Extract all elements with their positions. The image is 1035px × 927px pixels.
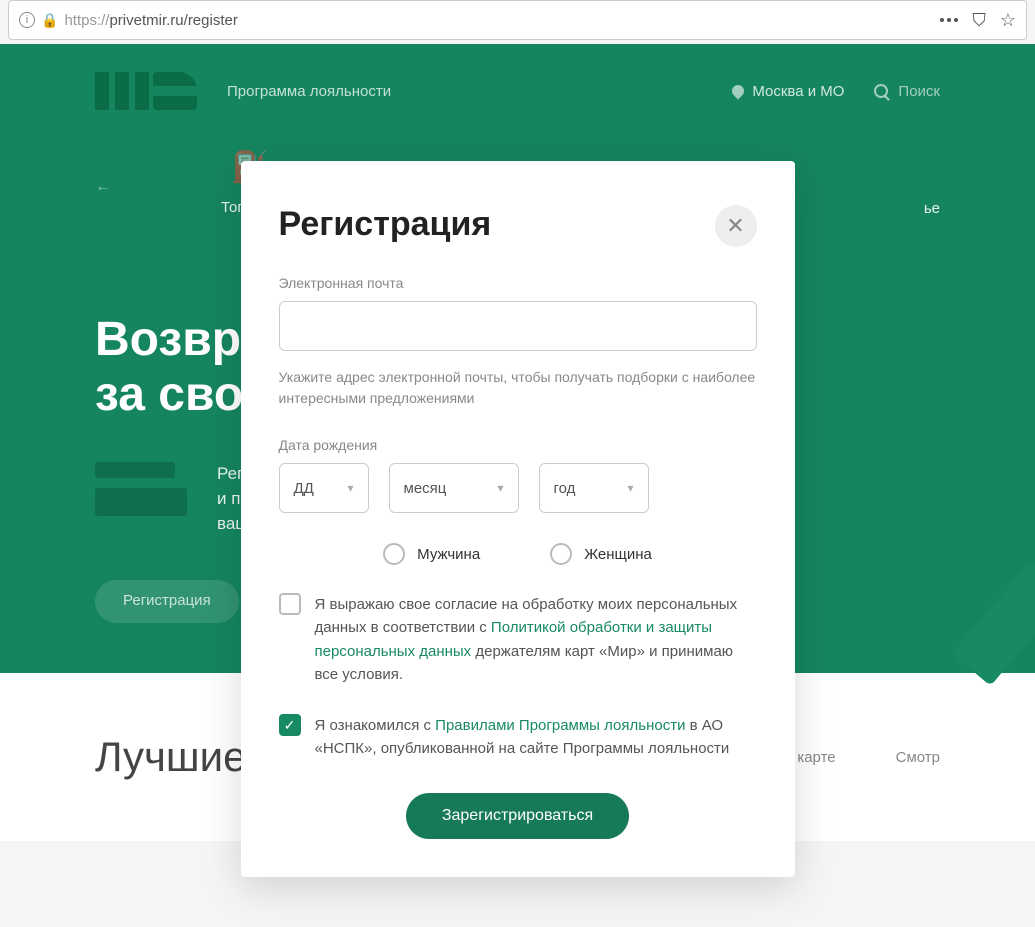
select-value: ДД: [294, 480, 314, 497]
month-select[interactable]: месяц ▾: [389, 463, 519, 513]
chevron-down-icon: ▾: [627, 481, 633, 495]
select-value: год: [554, 480, 576, 497]
link-view-all[interactable]: Смотр: [896, 749, 940, 766]
url-text: https://privetmir.ru/register: [64, 12, 237, 29]
mir-logo[interactable]: [95, 72, 197, 110]
info-icon[interactable]: i: [19, 12, 35, 28]
close-icon: ✕: [726, 213, 744, 239]
category-label: ье: [924, 200, 940, 217]
chevron-down-icon: ▾: [497, 481, 503, 495]
day-select[interactable]: ДД ▾: [279, 463, 369, 513]
chevron-left-icon[interactable]: ←: [95, 178, 111, 196]
card-illustration: [95, 462, 187, 516]
registration-modal: Регистрация ✕ Электронная почта Укажите …: [241, 161, 795, 877]
lock-icon: 🔒: [41, 12, 58, 29]
consent-personal-data-checkbox[interactable]: [279, 593, 301, 615]
close-button[interactable]: ✕: [715, 205, 757, 247]
email-label: Электронная почта: [279, 275, 757, 291]
pocket-icon[interactable]: ⛉: [972, 10, 986, 31]
pin-icon: [730, 83, 747, 100]
tagline: Программа лояльности: [227, 83, 391, 100]
register-button[interactable]: Регистрация: [95, 580, 239, 623]
radio-icon: [383, 543, 405, 565]
email-hint: Укажите адрес электронной почты, чтобы п…: [279, 367, 757, 409]
category-health[interactable]: ье: [924, 150, 940, 217]
location-text: Москва и МО: [752, 83, 844, 100]
radio-icon: [550, 543, 572, 565]
consent-rules-checkbox[interactable]: ✓: [279, 714, 301, 736]
radio-label: Женщина: [584, 546, 652, 563]
bookmark-star-icon[interactable]: ☆: [1000, 10, 1016, 31]
dob-label: Дата рождения: [279, 437, 757, 453]
more-icon[interactable]: [940, 18, 958, 22]
site-header: Программа лояльности Москва и МО Поиск: [0, 64, 1035, 130]
search-icon: [874, 84, 888, 98]
gender-male-radio[interactable]: Мужчина: [383, 543, 480, 565]
gender-female-radio[interactable]: Женщина: [550, 543, 652, 565]
email-input[interactable]: [279, 301, 757, 351]
radio-label: Мужчина: [417, 546, 480, 563]
search-input[interactable]: Поиск: [874, 83, 940, 100]
chevron-down-icon: ▾: [347, 481, 353, 495]
consent-text: Я выражаю свое согласие на обработку мои…: [315, 593, 757, 686]
modal-title: Регистрация: [279, 205, 492, 244]
browser-url-bar[interactable]: i 🔒 https://privetmir.ru/register ⛉ ☆: [8, 0, 1027, 40]
location-selector[interactable]: Москва и МО: [732, 83, 844, 100]
select-value: месяц: [404, 480, 447, 497]
loyalty-rules-link[interactable]: Правилами Программы лояльности: [435, 717, 685, 734]
consent-text: Я ознакомился с Правилами Программы лоял…: [315, 714, 757, 761]
search-placeholder: Поиск: [898, 83, 940, 100]
year-select[interactable]: год ▾: [539, 463, 649, 513]
submit-button[interactable]: Зарегистрироваться: [406, 793, 629, 839]
